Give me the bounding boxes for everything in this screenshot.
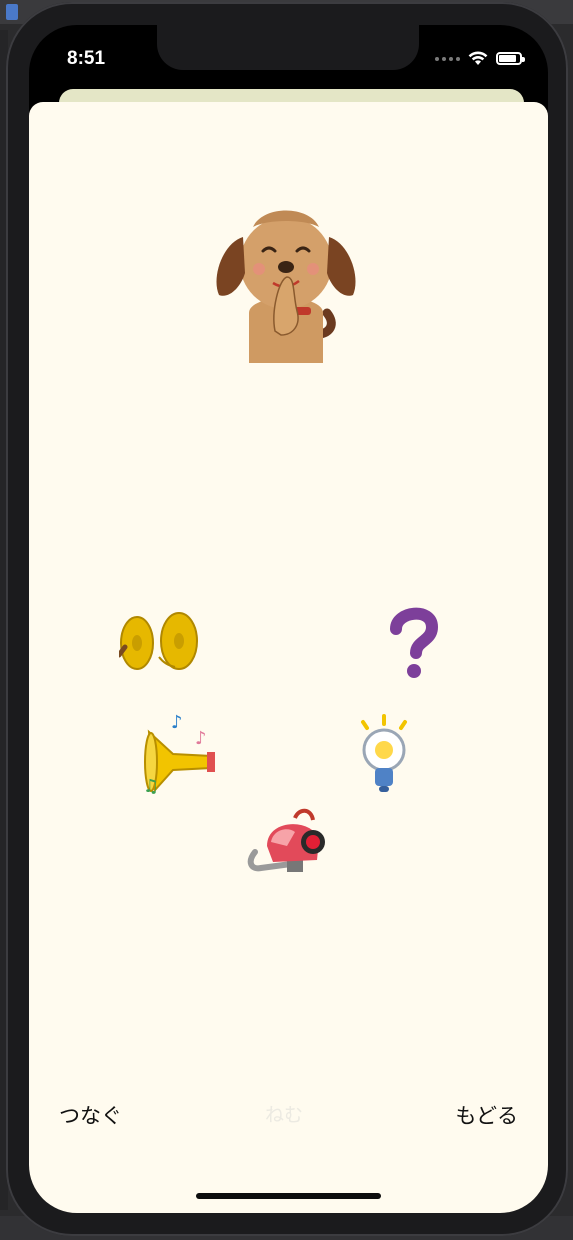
wifi-icon xyxy=(468,51,488,65)
battery-icon xyxy=(496,52,525,65)
home-indicator[interactable] xyxy=(196,1193,381,1199)
status-time: 8:51 xyxy=(67,48,106,69)
cymbals-illustration xyxy=(119,612,198,670)
svg-text:♫: ♫ xyxy=(143,776,159,796)
lightbulb-illustration xyxy=(361,714,407,792)
bottom-toolbar: つなぐ ねむ もどる xyxy=(29,1092,548,1132)
connect-button[interactable]: つなぐ xyxy=(59,1100,122,1130)
question-mark-illustration xyxy=(390,607,439,678)
notch xyxy=(157,25,419,70)
modal-sheet: ♪ ♪ ♫ つなぐ ねむ もどる xyxy=(29,102,548,1213)
sleep-button[interactable]: ねむ xyxy=(265,1100,303,1127)
status-icons xyxy=(435,51,525,66)
vacuum-cleaner-illustration xyxy=(247,808,325,872)
svg-text:♪: ♪ xyxy=(171,712,183,733)
back-button[interactable]: もどる xyxy=(455,1100,518,1130)
trumpet-illustration: ♪ ♪ ♫ xyxy=(143,712,215,796)
file-icon xyxy=(6,4,18,20)
signal-icon xyxy=(435,56,460,61)
phone-frame: 8:51 ♪ ♪ ♫ つなぐ ねむ もどる xyxy=(6,2,568,1236)
battery-fill xyxy=(499,55,516,62)
phone-screen: 8:51 ♪ ♪ ♫ つなぐ ねむ もどる xyxy=(29,25,548,1213)
dog-shh-illustration xyxy=(216,210,356,363)
svg-text:♪: ♪ xyxy=(195,728,207,749)
